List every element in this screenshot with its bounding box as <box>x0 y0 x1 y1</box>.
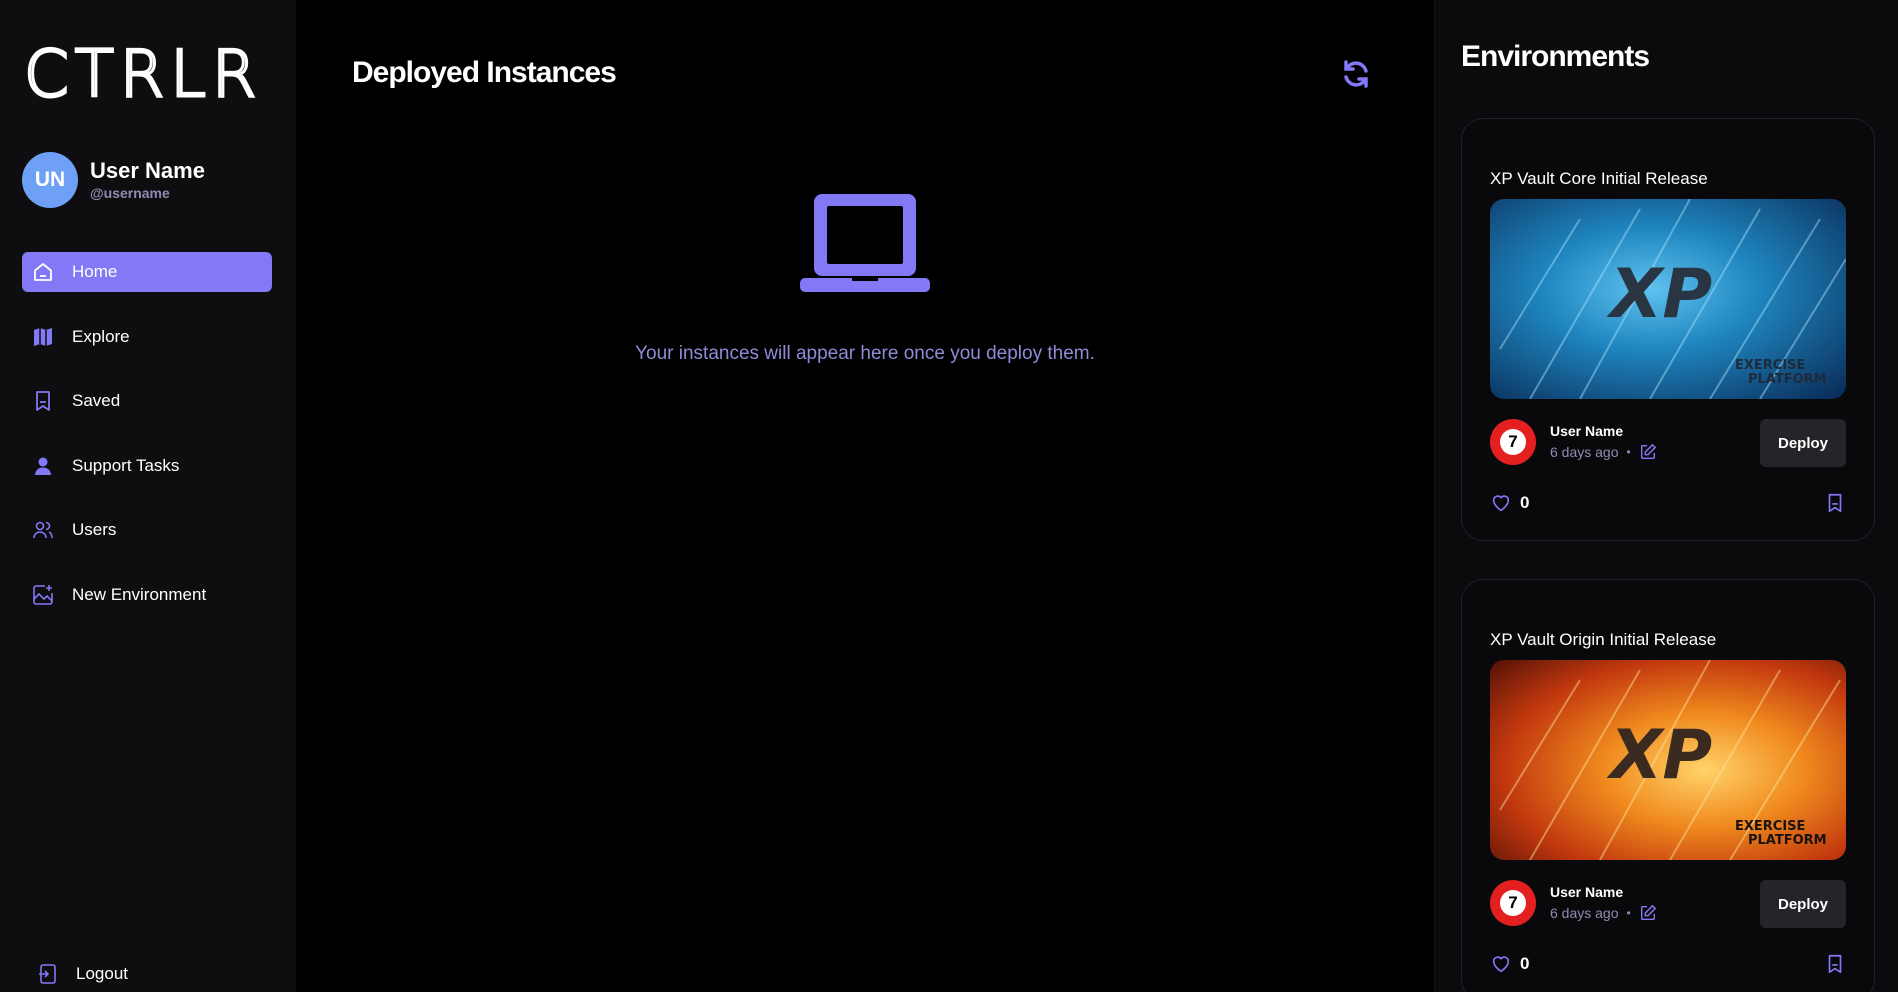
environment-title: XP Vault Origin Initial Release <box>1490 630 1717 649</box>
author-badge: 7 <box>1490 419 1536 465</box>
like-button[interactable]: 0 <box>1490 492 1529 514</box>
environment-card[interactable]: XP Vault Core Initial Release XP EXERCIS… <box>1461 118 1875 541</box>
environments-title: Environments <box>1461 40 1650 73</box>
bookmark-icon[interactable] <box>1824 492 1846 514</box>
environment-thumbnail[interactable]: XP EXERCISE PLATFORM <box>1490 199 1846 399</box>
author-name: User Name <box>1550 423 1624 439</box>
deploy-button[interactable]: Deploy <box>1760 880 1846 928</box>
environment-title: XP Vault Core Initial Release <box>1490 169 1708 188</box>
like-count: 0 <box>1520 954 1530 973</box>
environment-author: 7 User Name 6 days ago • <box>1490 419 1657 465</box>
heart-icon <box>1492 956 1510 973</box>
bookmark-icon[interactable] <box>1824 953 1846 975</box>
svg-text:PLATFORM: PLATFORM <box>1748 372 1827 387</box>
like-button[interactable]: 0 <box>1490 953 1529 975</box>
timestamp: 6 days ago <box>1550 444 1619 460</box>
main-content: Deployed Instances Your instances will a… <box>296 0 1434 992</box>
author-badge: 7 <box>1490 880 1536 926</box>
home-icon <box>30 259 56 285</box>
empty-state-message: Your instances will appear here once you… <box>635 343 1095 364</box>
svg-text:EXERCISE: EXERCISE <box>1735 819 1805 834</box>
svg-text:XP: XP <box>1606 255 1712 334</box>
environment-author: 7 User Name 6 days ago • <box>1490 880 1657 926</box>
user-profile[interactable]: UN User Name @username <box>22 152 205 208</box>
sidebar-item-label: Explore <box>72 326 130 346</box>
deploy-button[interactable]: Deploy <box>1760 419 1846 467</box>
refresh-icon[interactable] <box>1340 58 1372 90</box>
svg-text:CTRLR: CTRLR <box>24 44 262 104</box>
avatar: UN <box>22 152 78 208</box>
user-handle: @username <box>90 185 170 201</box>
environment-thumbnail[interactable]: XP EXERCISE PLATFORM <box>1490 660 1846 860</box>
sidebar-item-label: New Environment <box>72 584 207 604</box>
separator-dot: • <box>1626 906 1631 920</box>
sidebar-item-new-environment[interactable]: New Environment <box>22 575 272 615</box>
logout-label: Logout <box>76 964 128 983</box>
svg-text:PLATFORM: PLATFORM <box>1748 833 1827 848</box>
sidebar-item-home[interactable]: Home <box>22 252 272 292</box>
svg-text:EXERCISE: EXERCISE <box>1735 358 1805 373</box>
edit-icon[interactable] <box>1639 904 1657 922</box>
heart-icon <box>1492 495 1510 512</box>
sidebar: CTRLR UN User Name @username Home Explor… <box>0 0 296 992</box>
user-name: User Name <box>90 158 205 183</box>
bookmark-icon <box>30 388 56 414</box>
new-image-icon <box>30 582 56 608</box>
sidebar-item-label: Users <box>72 520 117 539</box>
environments-panel: Environments XP Vault Core Initial Relea… <box>1434 0 1898 992</box>
ctrlr-logo[interactable]: CTRLR <box>23 37 270 114</box>
like-count: 0 <box>1520 493 1530 512</box>
author-name: User Name <box>1550 884 1624 900</box>
svg-text:XP: XP <box>1606 716 1712 795</box>
sidebar-item-explore[interactable]: Explore <box>22 317 272 357</box>
laptop-icon <box>800 190 930 300</box>
sidebar-nav: Home Explore Saved Support Tasks Users N… <box>22 252 272 639</box>
sidebar-item-label: Support Tasks <box>72 455 180 475</box>
logout-button[interactable]: Logout <box>36 962 128 986</box>
map-icon <box>30 324 56 350</box>
sidebar-item-support-tasks[interactable]: Support Tasks <box>22 446 272 486</box>
users-icon <box>30 517 56 543</box>
sidebar-item-users[interactable]: Users <box>22 510 272 550</box>
separator-dot: • <box>1626 445 1631 459</box>
logout-icon <box>36 962 60 986</box>
sidebar-item-saved[interactable]: Saved <box>22 381 272 421</box>
sidebar-item-label: Saved <box>72 391 121 410</box>
timestamp: 6 days ago <box>1550 905 1619 921</box>
edit-icon[interactable] <box>1639 443 1657 461</box>
sidebar-item-label: Home <box>72 262 118 281</box>
environment-card[interactable]: XP Vault Origin Initial Release XP EXERC… <box>1461 579 1875 992</box>
support-agent-icon <box>30 453 56 479</box>
page-title: Deployed Instances <box>352 56 617 89</box>
